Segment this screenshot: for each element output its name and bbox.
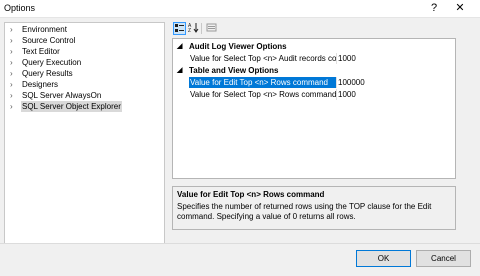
tree-item-label: Designers	[22, 80, 59, 89]
property-name: Value for Edit Top <n> Rows command	[189, 77, 336, 88]
footer-divider	[0, 243, 480, 244]
tree-item-label: SQL Server AlwaysOn	[22, 91, 102, 100]
tree-item-label: Text Editor	[22, 47, 60, 56]
chevron-right-icon[interactable]: ›	[10, 46, 18, 57]
help-button[interactable]: ?	[425, 1, 443, 16]
tree-item-query-execution[interactable]: › Query Execution	[5, 57, 162, 68]
chevron-right-icon[interactable]: ›	[10, 57, 18, 68]
chevron-right-icon[interactable]: ›	[10, 35, 18, 46]
tree-item-label: Query Execution	[22, 58, 82, 67]
description-text: Specifies the number of returned rows us…	[177, 202, 432, 221]
tree-item-sql-server-alwayson[interactable]: › SQL Server AlwaysOn	[5, 90, 162, 101]
svg-text:Z: Z	[188, 28, 191, 33]
alphabetical-icon[interactable]: A Z	[187, 22, 200, 35]
property-value[interactable]: 1000	[338, 89, 356, 100]
property-pages-icon[interactable]	[205, 22, 218, 35]
tree-item-query-results[interactable]: › Query Results	[5, 68, 162, 79]
description-pane: Value for Edit Top <n> Rows command Spec…	[172, 186, 456, 230]
chevron-right-icon[interactable]: ›	[10, 79, 18, 90]
ok-button[interactable]: OK	[356, 250, 411, 267]
category-table-and-view-options[interactable]: ◢ Table and View Options	[173, 65, 455, 76]
tree-item-source-control[interactable]: › Source Control	[5, 35, 162, 46]
tree-item-label: Environment	[22, 25, 67, 34]
property-value[interactable]: 1000	[338, 53, 356, 64]
chevron-right-icon[interactable]: ›	[10, 24, 18, 35]
close-button[interactable]: ✕	[451, 1, 469, 16]
category-audit-log-viewer-options[interactable]: ◢ Audit Log Viewer Options	[173, 41, 455, 52]
collapse-icon[interactable]: ◢	[177, 65, 185, 76]
column-divider	[336, 53, 337, 64]
collapse-icon[interactable]: ◢	[177, 41, 185, 52]
property-name: Value for Select Top <n> Rows command	[190, 90, 336, 99]
categorized-icon[interactable]	[173, 22, 186, 35]
options-tree: › Environment › Source Control › Text Ed…	[4, 22, 165, 244]
property-row[interactable]: Value for Select Top <n> Rows command 10…	[173, 89, 455, 100]
property-grid-toolbar: A Z	[173, 22, 233, 36]
property-name: Value for Select Top <n> Audit records c…	[190, 54, 336, 63]
property-row-selected[interactable]: Value for Edit Top <n> Rows command 1000…	[173, 77, 455, 88]
tree-item-label: Query Results	[22, 69, 73, 78]
category-label: Table and View Options	[189, 66, 279, 75]
tree-item-environment[interactable]: › Environment	[5, 24, 162, 35]
column-divider	[336, 89, 337, 100]
property-value[interactable]: 100000	[338, 77, 365, 88]
tree-item-text-editor[interactable]: › Text Editor	[5, 46, 162, 57]
cancel-button[interactable]: Cancel	[416, 250, 471, 267]
window-title: Options	[4, 3, 36, 13]
toolbar-separator	[201, 23, 202, 34]
title-bar: Options ? ✕	[0, 0, 480, 18]
column-divider	[336, 77, 337, 88]
property-grid: ◢ Audit Log Viewer Options Value for Sel…	[172, 38, 456, 179]
tree-item-label: Source Control	[22, 36, 76, 45]
property-row[interactable]: Value for Select Top <n> Audit records c…	[173, 53, 455, 64]
chevron-right-icon[interactable]: ›	[10, 68, 18, 79]
tree-item-designers[interactable]: › Designers	[5, 79, 162, 90]
description-title: Value for Edit Top <n> Rows command	[177, 190, 325, 199]
tree-item-sql-server-object-explorer[interactable]: › SQL Server Object Explorer	[5, 101, 162, 112]
chevron-right-icon[interactable]: ›	[10, 101, 18, 112]
category-label: Audit Log Viewer Options	[189, 42, 287, 51]
chevron-right-icon[interactable]: ›	[10, 90, 18, 101]
tree-item-label: SQL Server Object Explorer	[21, 101, 122, 112]
